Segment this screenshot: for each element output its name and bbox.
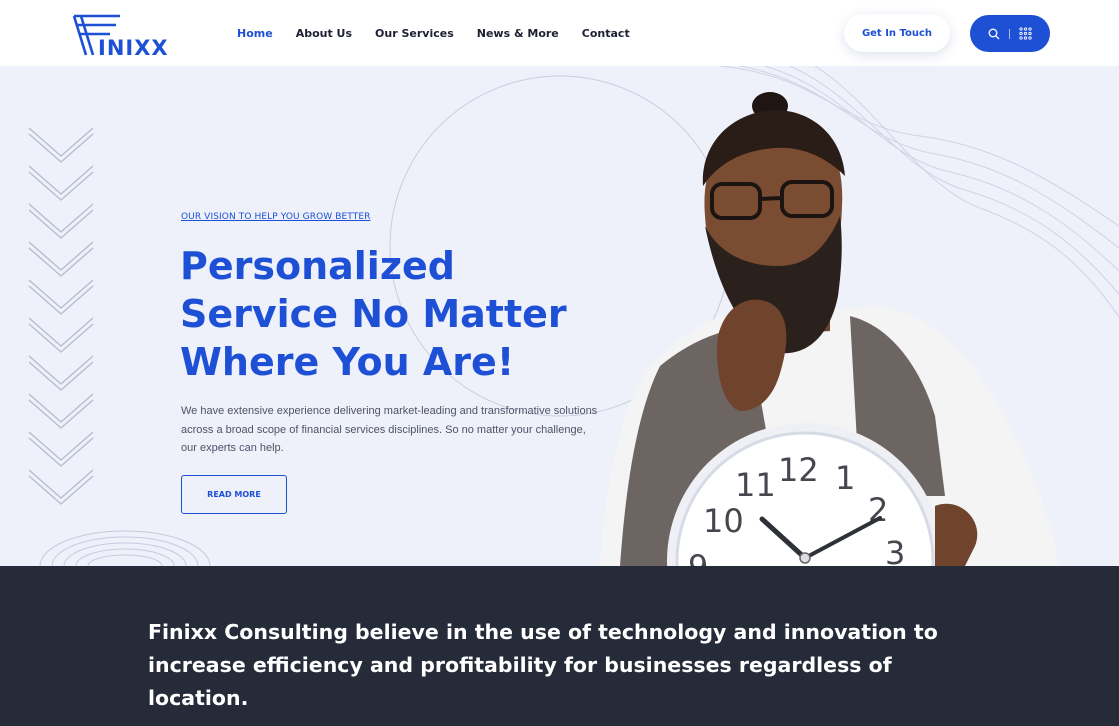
nav-home[interactable]: Home bbox=[237, 27, 273, 40]
read-more-button[interactable]: READ MORE bbox=[181, 475, 287, 514]
mission-statement: Finixx Consulting believe in the use of … bbox=[148, 620, 938, 710]
clock-numeral-1: 1 bbox=[835, 459, 855, 497]
hero-eyebrow-link[interactable]: OUR VISION TO HELP YOU GROW BETTER bbox=[181, 212, 371, 222]
nav-contact[interactable]: Contact bbox=[582, 27, 630, 40]
nav-our-services[interactable]: Our Services bbox=[375, 27, 454, 40]
nav-about-us[interactable]: About Us bbox=[296, 27, 352, 40]
mission-banner: Finixx Consulting believe in the use of … bbox=[0, 566, 1119, 726]
grid-menu-icon[interactable] bbox=[1019, 27, 1032, 40]
headline-line-1: Personalized bbox=[180, 244, 455, 288]
hero-headline: Personalized Service No Matter Where You… bbox=[180, 242, 600, 386]
headline-line-3: Where You Are! bbox=[180, 340, 515, 384]
site-header: INIXX Home About Us Our Services News & … bbox=[0, 0, 1119, 67]
finixx-logo[interactable]: INIXX bbox=[72, 13, 176, 60]
clock-numeral-10: 10 bbox=[703, 502, 744, 540]
clock-numeral-11: 11 bbox=[735, 466, 776, 504]
clock-numeral-9: 9 bbox=[688, 548, 708, 566]
main-nav: Home About Us Our Services News & More C… bbox=[237, 0, 653, 66]
nav-news-more[interactable]: News & More bbox=[477, 27, 559, 40]
hero-section: 9 10 11 12 1 2 3 OUR VISION TO HELP YOU … bbox=[0, 66, 1119, 566]
get-in-touch-button[interactable]: Get In Touch bbox=[844, 14, 950, 52]
clock-numeral-12: 12 bbox=[778, 451, 819, 489]
clock-numeral-3: 3 bbox=[885, 534, 905, 566]
hero-description: We have extensive experience delivering … bbox=[181, 405, 598, 454]
divider bbox=[1009, 28, 1010, 39]
search-icon[interactable] bbox=[988, 28, 1000, 40]
header-actions bbox=[970, 15, 1050, 52]
svg-text:INIXX: INIXX bbox=[98, 36, 169, 57]
headline-line-2: Service No Matter bbox=[180, 292, 567, 336]
